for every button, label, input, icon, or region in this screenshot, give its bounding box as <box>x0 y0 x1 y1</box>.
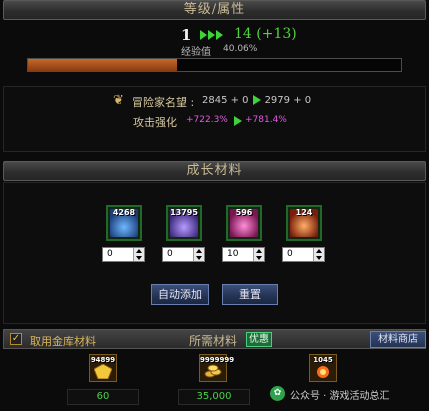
fame-next: 2979 + 0 <box>264 95 312 106</box>
exp-label: 经验值 <box>181 47 211 58</box>
stepper-up-icon[interactable] <box>136 249 142 253</box>
reset-button[interactable]: 重置 <box>222 284 278 305</box>
material-slot-1[interactable]: 4268 <box>106 205 142 241</box>
stepper-up-icon[interactable] <box>256 249 262 253</box>
stepper-down-icon[interactable] <box>316 256 322 260</box>
level-up-arrow-icon <box>200 30 223 40</box>
item-count: 94899 <box>90 356 116 364</box>
material-count: 4268 <box>112 208 136 217</box>
stepper-up-icon[interactable] <box>316 249 322 253</box>
use-storage-label[interactable]: 取用金库材料 <box>30 333 96 349</box>
gold-gem-icon <box>94 364 112 379</box>
fame-current: 2845 + 0 <box>202 95 249 106</box>
material-slot-4[interactable]: 124 <box>286 205 322 241</box>
required-materials-title: 所需材料 <box>189 334 238 348</box>
level-row: 1 14 (+13) <box>0 24 429 44</box>
stepper-arrows[interactable] <box>313 248 324 261</box>
fame-label: 冒险家名望 : <box>132 96 195 109</box>
fame-values: 2845 + 0 2979 + 0 <box>202 95 311 106</box>
stepper-down-icon[interactable] <box>136 256 142 260</box>
level-section-title: 等级/属性 <box>183 2 246 17</box>
fame-row: ❦ 冒险家名望 : 2845 + 0 2979 + 0 <box>0 93 429 109</box>
material-quantity-stepper-2[interactable]: 0 <box>162 247 205 262</box>
exp-progress-fill <box>28 59 178 71</box>
material-quantity-stepper-3[interactable]: 10 <box>222 247 265 262</box>
fame-emblem-icon: ❦ <box>113 93 124 108</box>
required-materials-bar: ✓ 取用金库材料 所需材料 优惠 材料商店 <box>3 329 426 349</box>
attack-current: +722.3% <box>186 115 228 125</box>
quantity-value[interactable]: 0 <box>107 249 113 259</box>
gold-coins-icon <box>204 364 222 378</box>
material-shop-button[interactable]: 材料商店 <box>370 331 426 348</box>
stepper-arrows[interactable] <box>133 248 144 261</box>
required-quantity-2: 35,000 <box>178 389 250 405</box>
exp-percent: 40.06% <box>223 44 258 54</box>
exp-progress-bar <box>27 58 402 72</box>
quantity-value[interactable]: 0 <box>287 249 293 259</box>
watermark-text: 公众号 · 游戏活动总汇 <box>290 391 390 402</box>
stepper-up-icon[interactable] <box>196 249 202 253</box>
stepper-down-icon[interactable] <box>196 256 202 260</box>
stepper-arrows[interactable] <box>193 248 204 261</box>
material-quantity-stepper-4[interactable]: 0 <box>282 247 325 262</box>
materials-panel <box>3 182 426 324</box>
watermark: ✿ 公众号 · 游戏活动总汇 <box>270 384 428 404</box>
attack-row: 攻击强化 +722.3% +781.4% <box>0 113 429 129</box>
wechat-icon: ✿ <box>270 386 285 401</box>
current-level: 1 <box>181 26 192 44</box>
quantity-value[interactable]: 10 <box>227 249 238 259</box>
materials-section-title: 成长材料 <box>186 163 243 178</box>
item-count: 9999999 <box>200 356 235 364</box>
material-quantity-stepper-1[interactable]: 0 <box>102 247 145 262</box>
required-item-2[interactable]: 9999999 <box>199 354 235 382</box>
auto-add-button[interactable]: 自动添加 <box>151 284 209 305</box>
material-count: 13795 <box>170 208 198 217</box>
materials-section-header: 成长材料 <box>3 161 426 181</box>
attack-label: 攻击强化 <box>133 116 177 129</box>
material-slot-2[interactable]: 13795 <box>166 205 202 241</box>
discount-badge[interactable]: 优惠 <box>246 332 272 347</box>
next-level: 14 (+13) <box>234 26 297 42</box>
quantity-value[interactable]: 0 <box>167 249 173 259</box>
use-storage-checkbox[interactable]: ✓ <box>10 333 22 345</box>
material-count: 596 <box>235 208 253 217</box>
level-section-header: 等级/属性 <box>3 0 426 20</box>
required-quantity-1: 60 <box>67 389 139 405</box>
item-count: 1045 <box>313 356 333 364</box>
stepper-down-icon[interactable] <box>256 256 262 260</box>
fame-arrow-icon <box>252 95 261 105</box>
attack-next: +781.4% <box>245 115 287 125</box>
required-item-3[interactable]: 1045 <box>309 354 337 382</box>
material-slot-3[interactable]: 596 <box>226 205 262 241</box>
stepper-arrows[interactable] <box>253 248 264 261</box>
material-count: 124 <box>295 208 313 217</box>
fire-burst-icon <box>317 366 329 378</box>
attack-arrow-icon <box>234 116 242 126</box>
required-item-1[interactable]: 94899 <box>89 354 117 382</box>
